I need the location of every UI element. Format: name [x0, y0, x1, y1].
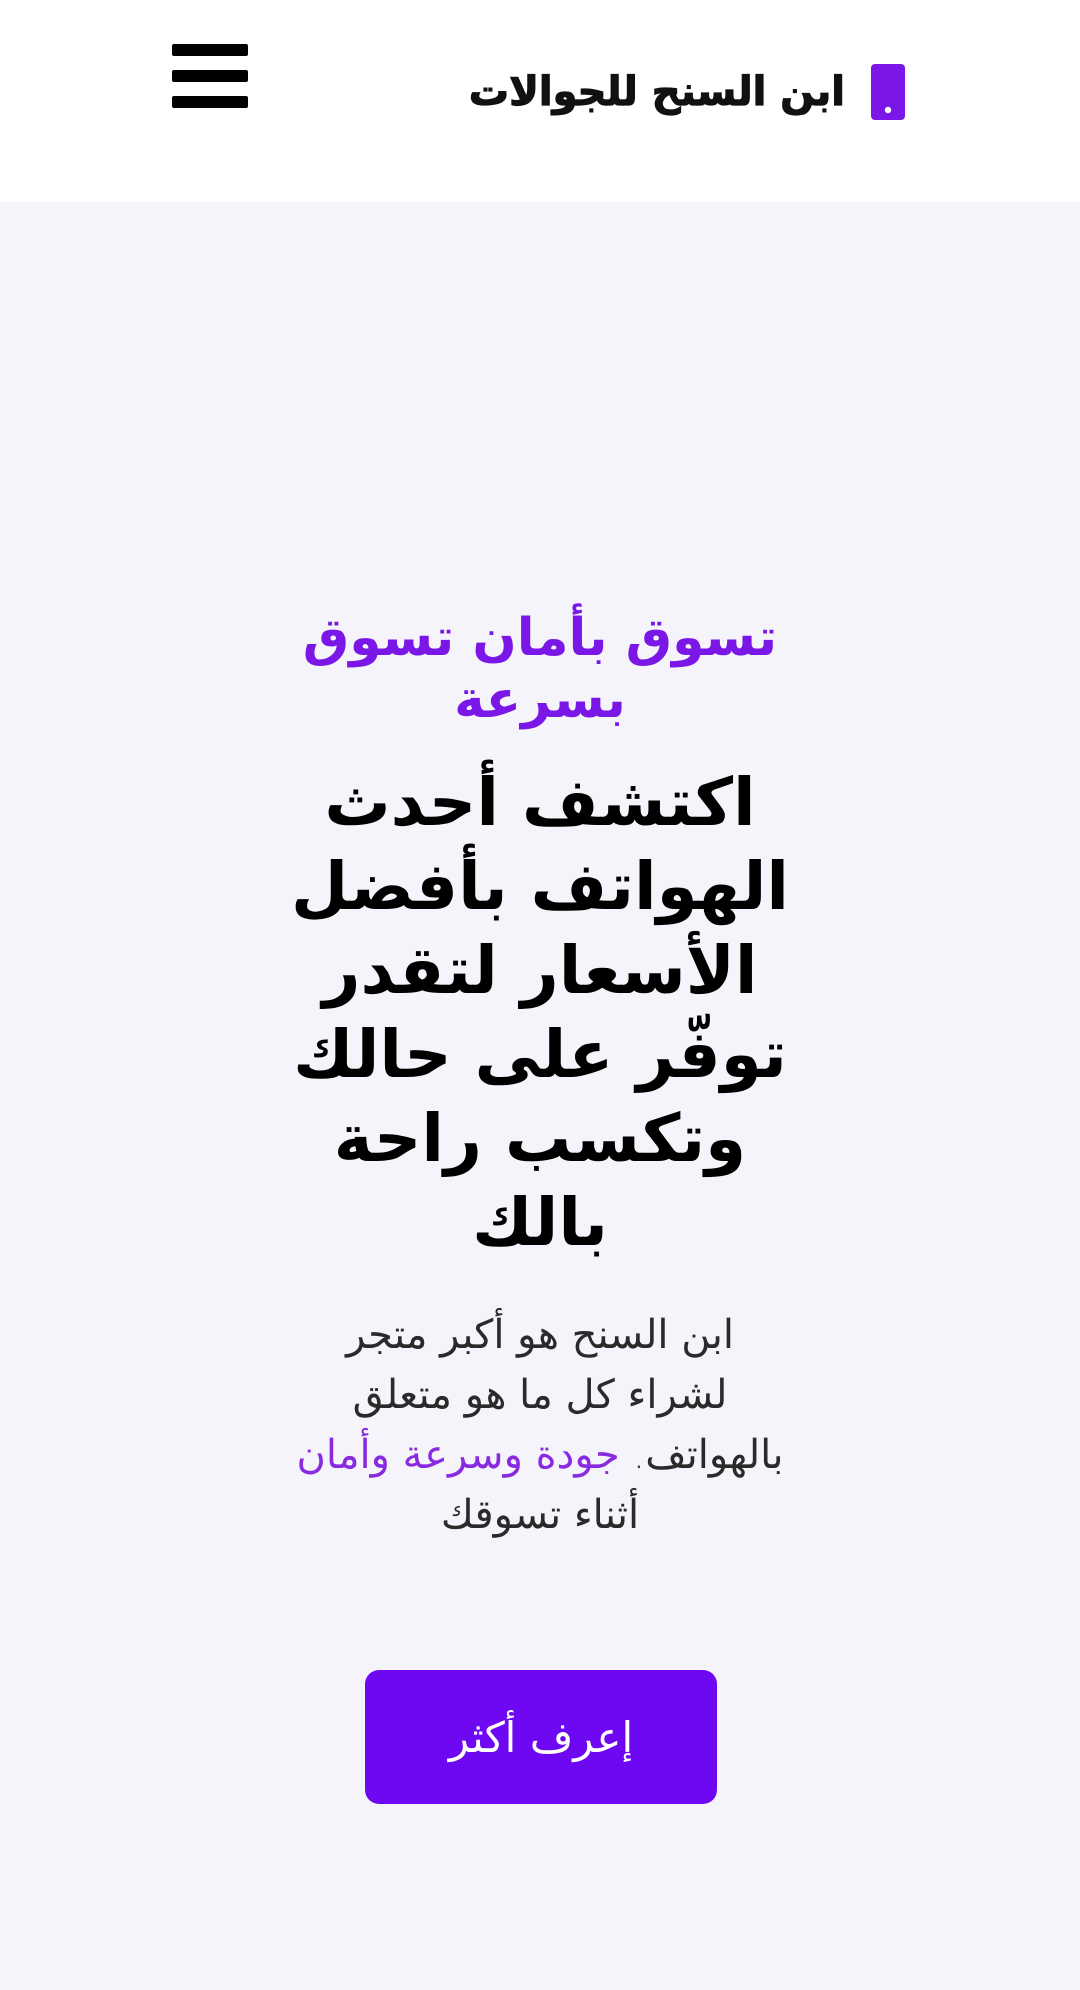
hamburger-menu-icon[interactable]: [168, 36, 252, 116]
menu-bar-middle: [172, 70, 248, 82]
hero-tagline: تسوق بأمان تسوق بسرعة: [302, 608, 778, 730]
description-highlight: جودة وسرعة وأمان: [296, 1432, 620, 1478]
brand-name: ابن السنح للجوالات: [468, 68, 845, 115]
hero-section: تسوق بأمان تسوق بسرعة اكتشف أحدث الهواتف…: [0, 202, 1080, 1990]
hero-content: تسوق بأمان تسوق بسرعة اكتشف أحدث الهواتف…: [290, 607, 790, 1545]
menu-bar-top: [172, 44, 248, 56]
learn-more-button[interactable]: إعرف أكثر: [365, 1670, 717, 1804]
site-header: ابن السنح للجوالات: [0, 0, 1080, 202]
hero-headline: اكتشف أحدث الهواتف بأفضل الأسعار لتقدر ت…: [290, 764, 790, 1261]
description-end: أثناء تسوقك: [440, 1492, 640, 1538]
brand[interactable]: ابن السنح للجوالات: [468, 60, 905, 124]
hero-description: ابن السنح هو أكبر متجر لشراء كل ما هو مت…: [290, 1305, 790, 1545]
phone-icon: [871, 64, 905, 120]
menu-bar-bottom: [172, 96, 248, 108]
